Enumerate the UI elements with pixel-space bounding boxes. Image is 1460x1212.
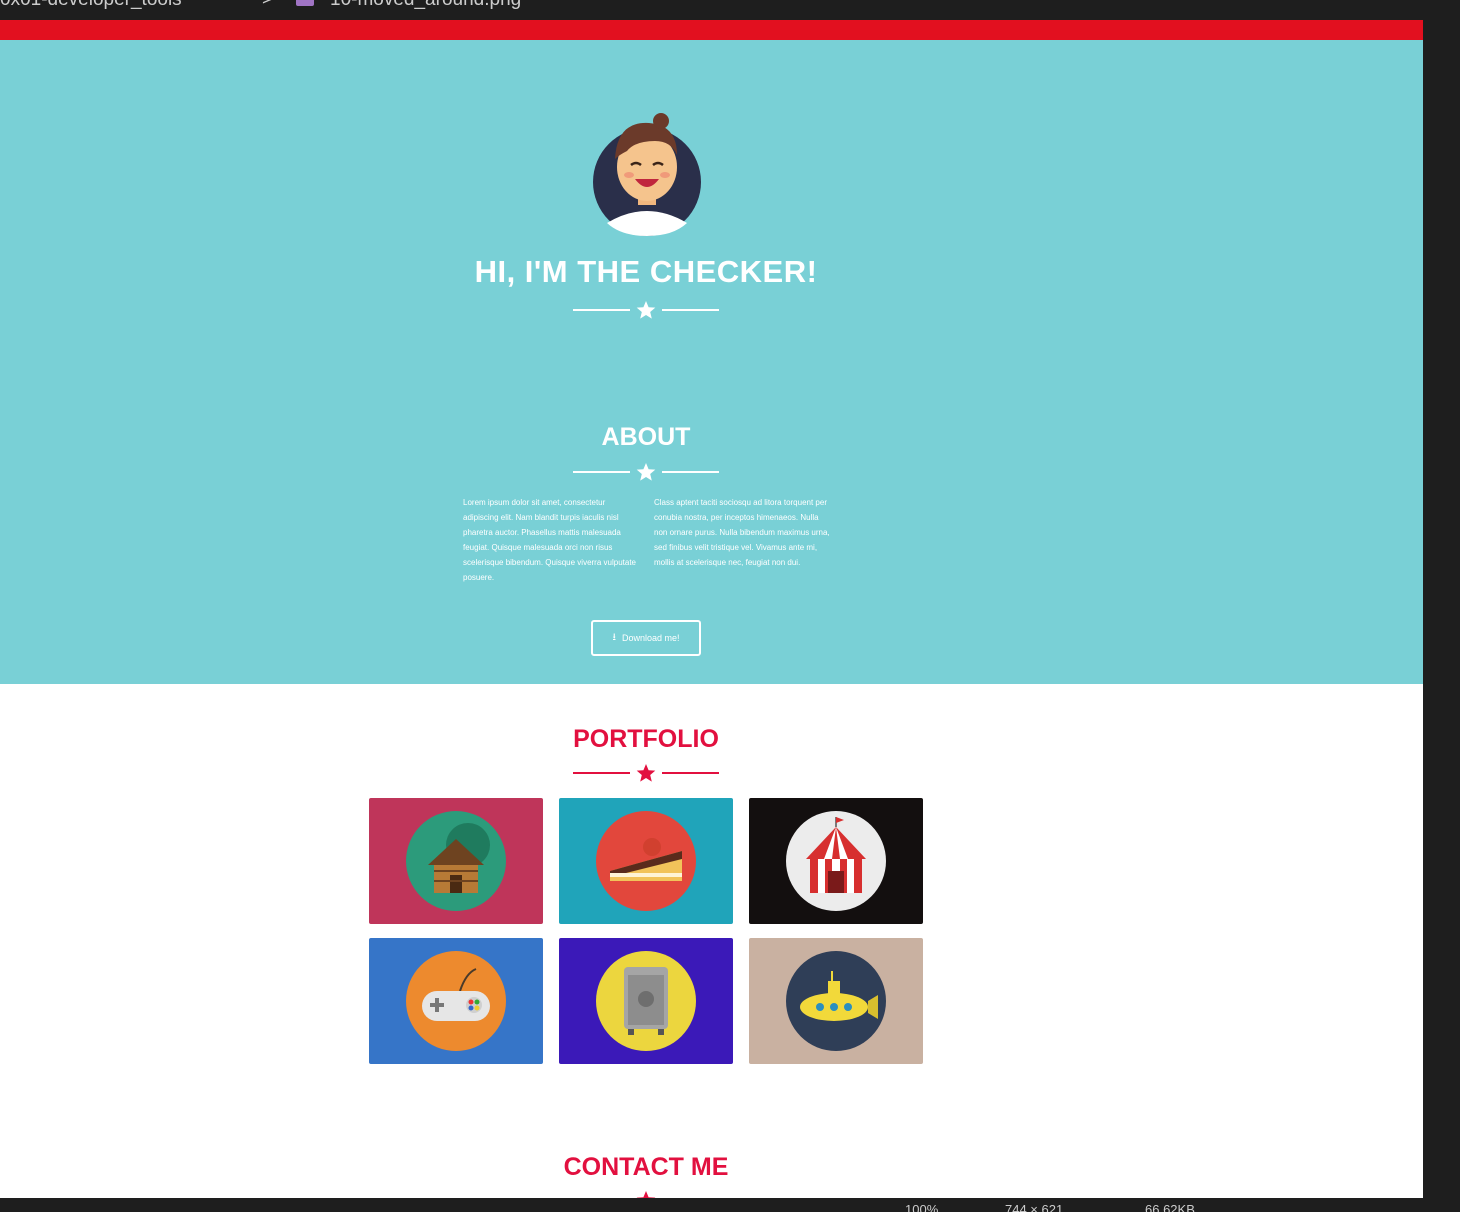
submarine-icon: [786, 951, 886, 1051]
cabin-icon: [406, 811, 506, 911]
star-icon: [636, 1191, 656, 1198]
avatar: [593, 113, 701, 236]
image-preview: HI, I'M THE CHECKER! ABOUT Lorem ipsum d…: [0, 20, 1423, 1198]
portfolio-item-circus[interactable]: [749, 798, 923, 924]
status-zoom[interactable]: 100%: [905, 1202, 938, 1212]
hero-section: HI, I'M THE CHECKER! ABOUT Lorem ipsum d…: [0, 40, 1423, 684]
star-icon: [636, 301, 656, 319]
page-top-bar: [0, 20, 1423, 40]
safe-icon: [596, 951, 696, 1051]
hero-star-divider: [573, 300, 719, 320]
breadcrumb-file[interactable]: 10-moved_around.png: [330, 0, 521, 9]
about-title: ABOUT: [601, 423, 691, 451]
download-button[interactable]: ⭳ Download me!: [591, 620, 701, 656]
status-bar: 100% 744 × 621 66.62KB: [0, 1198, 1460, 1212]
portfolio-title: PORTFOLIO: [573, 725, 719, 753]
contact-star-divider: [573, 1190, 719, 1198]
portfolio-item-safe[interactable]: [559, 938, 733, 1064]
editor-breadcrumb: 0x01-developer_tools > 10-moved_around.p…: [0, 0, 1460, 20]
about-star-divider: [573, 462, 719, 482]
portfolio-item-game-controller[interactable]: [369, 938, 543, 1064]
download-button-label: Download me!: [621, 633, 680, 643]
star-icon: [636, 463, 656, 481]
circus-icon: [786, 811, 886, 911]
portfolio-item-submarine[interactable]: [749, 938, 923, 1064]
hero-title: HI, I'M THE CHECKER!: [474, 254, 818, 289]
portfolio-item-cabin[interactable]: [369, 798, 543, 924]
download-icon: ⭳: [612, 631, 616, 643]
cake-icon: [596, 811, 696, 911]
contact-title: CONTACT ME: [563, 1153, 729, 1181]
about-text-right: Class aptent taciti sociosqu ad litora t…: [654, 498, 830, 567]
status-dimensions: 744 × 621: [1005, 1202, 1064, 1212]
portfolio-star-divider: [573, 763, 719, 783]
editor-gutter: [1423, 0, 1460, 1198]
image-file-icon: [296, 0, 314, 6]
about-text-left: Lorem ipsum dolor sit amet, consectetur …: [463, 498, 636, 582]
star-icon: [636, 764, 656, 782]
status-file-size: 66.62KB: [1145, 1202, 1195, 1212]
game-controller-icon: [406, 951, 506, 1051]
portfolio-item-cake[interactable]: [559, 798, 733, 924]
breadcrumb-separator: >: [262, 0, 273, 9]
breadcrumb-folder[interactable]: 0x01-developer_tools: [0, 0, 182, 9]
